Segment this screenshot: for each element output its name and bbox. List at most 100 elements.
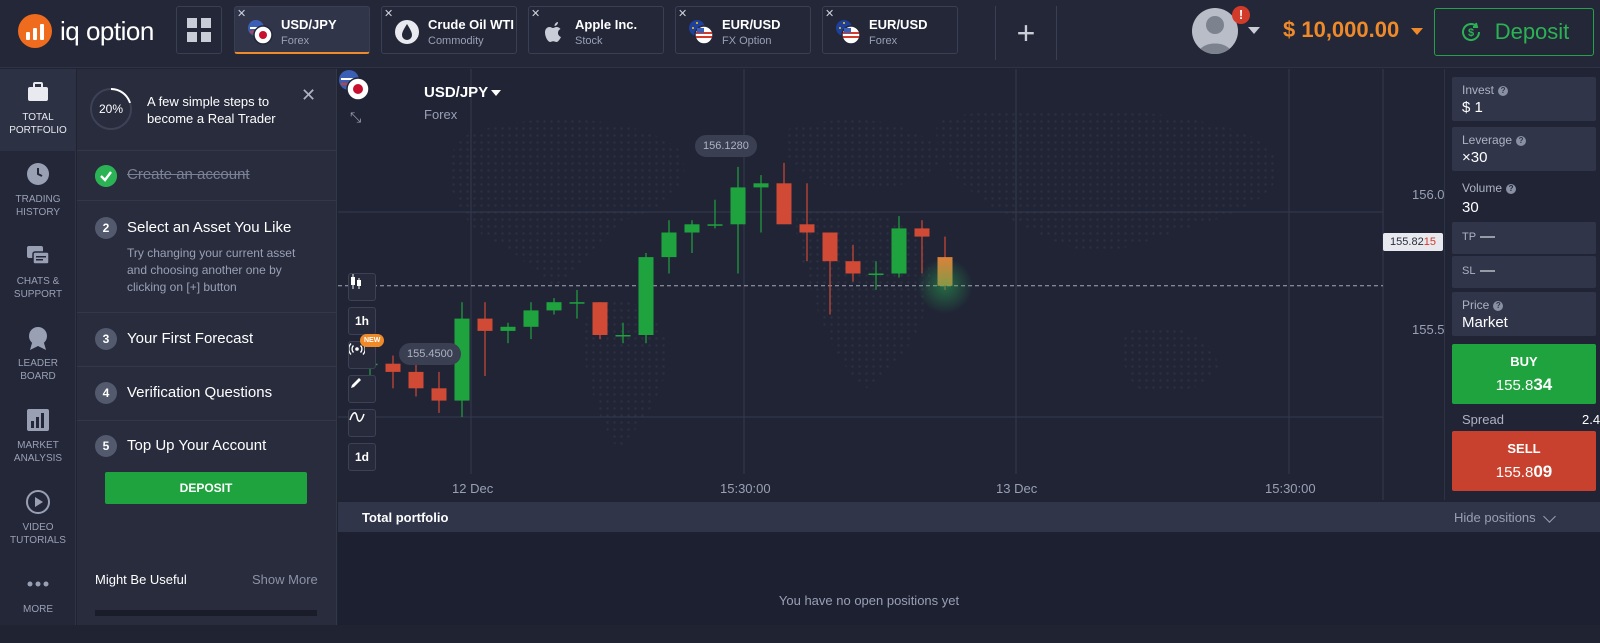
timeframe-1h-button[interactable]: 1h (348, 307, 376, 335)
usd-jpy-flag-icon (248, 20, 273, 45)
account-balance[interactable]: $ 10,000.00 (1283, 17, 1399, 43)
nav-video-tutorials[interactable]: VIDEO TUTORIALS (0, 479, 76, 561)
buy-button[interactable]: BUY 155.834 (1452, 344, 1596, 404)
balance-caret-icon[interactable] (1411, 28, 1423, 35)
sell-label: SELL (1507, 441, 1541, 456)
invest-field[interactable]: Invest? $ 1 (1452, 77, 1596, 121)
tab-crude-oil[interactable]: ✕ Crude Oil WTI Commodity (381, 6, 517, 54)
sl-value[interactable]: — (1480, 262, 1495, 279)
sell-button[interactable]: SELL 155.809 (1452, 431, 1596, 491)
brand-logo[interactable]: iq option (18, 14, 154, 48)
candle-body[interactable] (707, 224, 723, 226)
candle-body[interactable] (845, 261, 861, 274)
tab-eur-usd-forex[interactable]: ✕ EUR/USD Forex (822, 6, 958, 54)
candle-body[interactable] (753, 183, 769, 188)
candle-body[interactable] (592, 302, 608, 335)
tab-apple[interactable]: ✕ Apple Inc. Stock (528, 6, 664, 54)
candle-body[interactable] (661, 232, 677, 258)
candle-body[interactable] (431, 388, 447, 401)
timeframe-1d-button[interactable]: 1d (348, 443, 376, 471)
step-title: Select an Asset You Like (127, 219, 292, 236)
asset-grid-button[interactable] (176, 6, 222, 54)
close-icon[interactable]: ✕ (301, 85, 316, 106)
candle-body[interactable] (546, 302, 562, 311)
chart-scale-button[interactable] (348, 409, 376, 437)
nav-chats-support[interactable]: CHATS & SUPPORT (0, 233, 76, 315)
leverage-field[interactable]: Leverage? ×30 (1452, 127, 1596, 171)
step-number: 2 (95, 217, 117, 239)
volume-label: Volume? (1462, 181, 1517, 195)
candle-body[interactable] (730, 187, 746, 225)
chart-asset-name[interactable]: USD/JPY (424, 84, 488, 101)
candle-body[interactable] (891, 228, 907, 274)
step-number: 3 (95, 328, 117, 350)
tab-eur-usd-option[interactable]: ✕ EUR/USD FX Option (675, 6, 811, 54)
price-field[interactable]: Price? Market (1452, 292, 1596, 336)
take-profit-field[interactable]: TP — (1452, 222, 1596, 254)
tab-close-icon[interactable]: ✕ (825, 7, 834, 20)
invest-value[interactable]: $ 1 (1462, 99, 1483, 116)
tp-label: TP (1462, 231, 1477, 243)
useful-content-strip[interactable] (95, 610, 317, 616)
step-title: Verification Questions (127, 384, 273, 401)
step-first-forecast[interactable]: 3 Your First Forecast (77, 313, 337, 367)
play-icon (26, 490, 50, 514)
nav-label: TRADING HISTORY (15, 194, 61, 218)
tp-value[interactable]: — (1480, 228, 1495, 245)
notification-badge[interactable]: ! (1232, 6, 1250, 24)
candle-body[interactable] (615, 335, 631, 337)
candle-body[interactable] (385, 363, 401, 372)
chart-type-button[interactable] (348, 273, 376, 301)
leverage-value[interactable]: ×30 (1462, 149, 1487, 166)
steps-deposit-button[interactable]: DEPOSIT (105, 472, 307, 504)
apple-icon (545, 22, 561, 42)
nav-label: VIDEO TUTORIALS (10, 522, 66, 546)
candle-body[interactable] (638, 257, 654, 335)
drawing-tools-button[interactable] (348, 375, 376, 403)
nav-trading-history[interactable]: TRADING HISTORY (0, 151, 76, 233)
avatar-caret-icon[interactable] (1248, 27, 1260, 34)
step-title: Your First Forecast (127, 330, 254, 347)
top-bar: iq option ✕ USD/JPY Forex ✕ Crude Oil WT… (0, 0, 1600, 68)
nav-leader-board[interactable]: LEADER BOARD (0, 315, 76, 397)
deposit-button[interactable]: $ Deposit (1434, 8, 1594, 56)
plus-icon: + (1016, 14, 1036, 51)
chart-area[interactable]: ✕ ⤡ USD/JPY Forex 1h NEW 1d 156.1280 155… (338, 69, 1444, 500)
hide-positions-button[interactable]: Hide positions (1454, 510, 1536, 525)
pencil-icon (351, 378, 361, 388)
wave-icon (349, 412, 365, 422)
price-value[interactable]: Market (1462, 314, 1508, 331)
candle-body[interactable] (914, 228, 930, 237)
candle-body[interactable] (868, 273, 884, 276)
stop-loss-field[interactable]: SL — (1452, 256, 1596, 288)
nav-total-portfolio[interactable]: TOTAL PORTFOLIO (0, 69, 76, 151)
tab-close-icon[interactable]: ✕ (678, 7, 687, 20)
candle-body[interactable] (684, 224, 700, 233)
chevron-down-icon[interactable] (1543, 510, 1556, 523)
candle-body[interactable] (822, 232, 838, 262)
tab-usd-jpy[interactable]: ✕ USD/JPY Forex (234, 6, 370, 54)
asset-dropdown-caret-icon[interactable] (491, 90, 501, 96)
tab-close-icon[interactable]: ✕ (531, 7, 540, 20)
nav-more[interactable]: MORE (0, 561, 76, 643)
tab-name: Crude Oil WTI (428, 17, 514, 32)
add-asset-button[interactable]: + (995, 6, 1057, 60)
step-select-asset[interactable]: 2 Select an Asset You Like Try changing … (77, 201, 337, 313)
svg-text:$: $ (1468, 27, 1474, 39)
candle-body[interactable] (776, 183, 792, 225)
minimize-chart-icon[interactable]: ⤡ (350, 109, 361, 126)
price-chart[interactable] (338, 69, 1444, 500)
candle-body[interactable] (408, 371, 424, 389)
show-more-link[interactable]: Show More (252, 572, 318, 587)
step-create-account[interactable]: Create an account (77, 151, 337, 201)
tab-sub: Forex (869, 35, 898, 47)
nav-market-analysis[interactable]: MARKET ANALYSIS (0, 397, 76, 479)
candle-body[interactable] (569, 302, 585, 304)
candle-body[interactable] (477, 318, 493, 331)
step-verification[interactable]: 4 Verification Questions (77, 367, 337, 421)
tab-close-icon[interactable]: ✕ (384, 7, 393, 20)
candle-body[interactable] (799, 224, 815, 233)
candle-body[interactable] (523, 310, 539, 327)
candle-body[interactable] (500, 326, 516, 331)
tab-close-icon[interactable]: ✕ (237, 7, 246, 20)
